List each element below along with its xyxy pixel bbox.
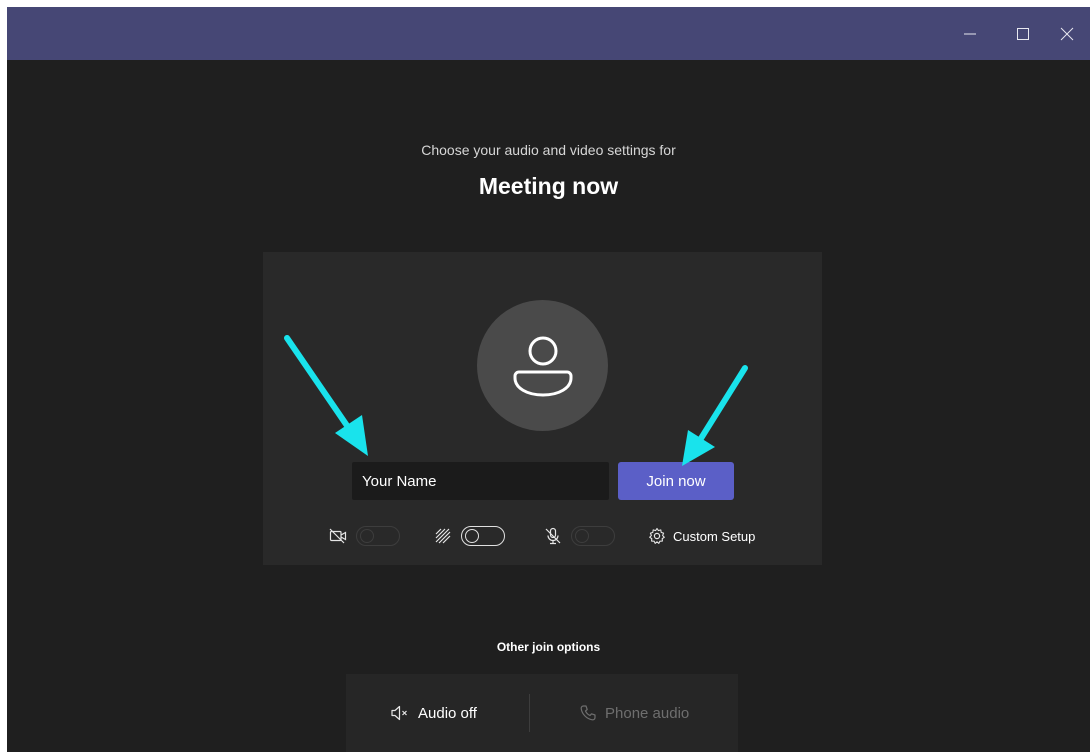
settings-subtitle: Choose your audio and video settings for: [421, 142, 676, 158]
phone-audio-label: Phone audio: [605, 704, 690, 722]
options-divider: [529, 694, 530, 732]
background-blur-toggle-knob: [465, 528, 479, 543]
other-join-options-title: Other join options: [496, 640, 601, 654]
device-controls: Custom Setup: [263, 522, 822, 550]
other-join-options: Audio off Phone audio: [346, 674, 738, 752]
meeting-title: Meeting now: [478, 173, 619, 199]
name-input[interactable]: [352, 462, 609, 500]
microphone-toggle[interactable]: [571, 526, 615, 546]
join-now-button[interactable]: Join now: [618, 462, 734, 500]
camera-off-icon: [329, 528, 347, 544]
camera-toggle-knob: [360, 529, 374, 543]
speaker-muted-icon: [391, 705, 407, 721]
avatar: [477, 300, 608, 431]
maximize-button[interactable]: [1000, 7, 1046, 60]
audio-off-option[interactable]: Audio off: [390, 674, 477, 752]
phone-icon: [580, 705, 596, 721]
close-button[interactable]: [1044, 7, 1090, 60]
custom-setup-button[interactable]: Custom Setup: [648, 522, 755, 550]
preview-card: Join now: [263, 252, 822, 565]
microphone-toggle-knob: [575, 529, 589, 543]
title-bar: [7, 7, 1090, 60]
background-blur-toggle[interactable]: [461, 526, 505, 546]
background-blur-icon: [435, 528, 451, 544]
minimize-button[interactable]: [947, 7, 993, 60]
minimize-icon: [964, 33, 976, 34]
phone-audio-option[interactable]: Phone audio: [579, 674, 689, 752]
prejoin-screen: Choose your audio and video settings for…: [7, 60, 1090, 752]
camera-toggle[interactable]: [356, 526, 400, 546]
custom-setup-label: Custom Setup: [673, 528, 756, 544]
mic-off-icon: [545, 527, 561, 545]
person-icon: [513, 336, 572, 396]
gear-icon: [649, 527, 665, 544]
close-icon: [1060, 27, 1074, 40]
audio-off-label: Audio off: [418, 704, 477, 722]
maximize-icon: [1017, 27, 1029, 40]
